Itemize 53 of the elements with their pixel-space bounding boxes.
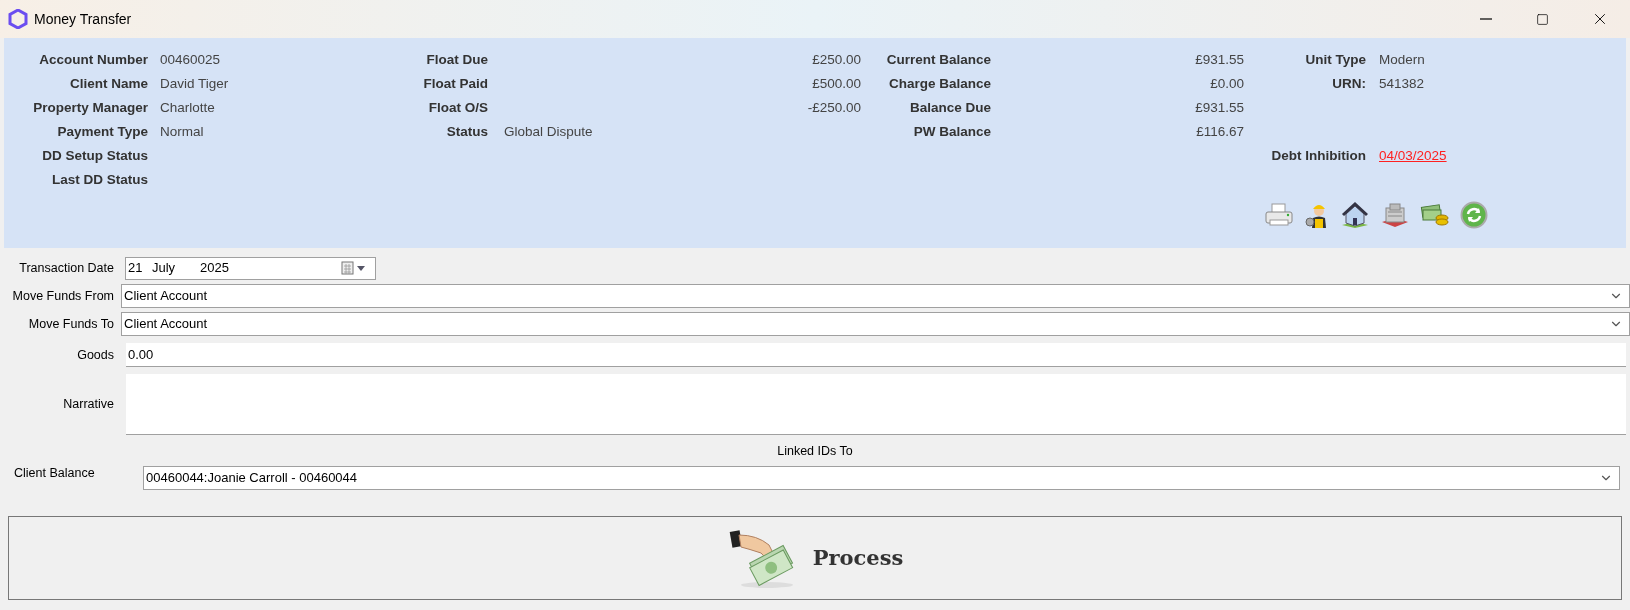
linked-ids-heading: Linked IDs To	[777, 443, 853, 460]
field-label: URN:	[1331, 75, 1366, 93]
field-label: Float Paid	[422, 75, 488, 93]
amount-value: £931.55	[1195, 99, 1244, 117]
printer-icon[interactable]	[1264, 202, 1294, 228]
minimize-icon	[1480, 18, 1492, 20]
field-label: Last DD Status	[50, 171, 148, 189]
move-funds-to-dropdown[interactable]: Client Account	[121, 312, 1630, 336]
move-funds-from-dropdown[interactable]: Client Account	[121, 284, 1630, 308]
field-label: Account Number	[38, 51, 148, 69]
field-label: Balance Due	[908, 99, 991, 117]
field-label: Float O/S	[427, 99, 488, 117]
field-label: Goods	[76, 346, 114, 364]
refresh-icon[interactable]	[1460, 201, 1488, 229]
field-value: 00460025	[160, 51, 221, 69]
client-balance-dropdown[interactable]: 00460044:Joanie Carroll - 00460044	[143, 465, 1620, 490]
field-label: DD Setup Status	[41, 147, 148, 165]
field-label: Transaction Date	[18, 259, 114, 277]
field-value: Charlotte	[160, 99, 215, 117]
field-value: David Tiger	[160, 75, 229, 93]
field-label: Charge Balance	[887, 75, 991, 93]
process-button[interactable]: Process	[8, 515, 1622, 600]
building-icon[interactable]	[1380, 202, 1410, 228]
field-value: Global Dispute	[504, 123, 593, 141]
field-label: Float Due	[425, 51, 488, 69]
field-label: Unit Type	[1304, 51, 1366, 69]
amount-value: £931.55	[1195, 51, 1244, 69]
field-value: 541382	[1379, 75, 1425, 93]
app-logo-icon	[8, 9, 28, 29]
field-label: Status	[445, 123, 488, 141]
goods-input-field[interactable]: 0.00	[126, 343, 1626, 367]
field-label: PW Balance	[912, 123, 991, 141]
window-title: Money Transfer	[34, 9, 132, 29]
money-coins-icon[interactable]	[1420, 202, 1450, 228]
house-icon[interactable]	[1340, 201, 1370, 229]
field-label: Move Funds To	[27, 315, 114, 333]
amount-value: £116.67	[1196, 123, 1244, 141]
field-label: Client Balance	[14, 464, 96, 482]
field-label: Payment Type	[56, 123, 148, 141]
maximize-icon	[1535, 12, 1549, 26]
field-value: Modern	[1379, 51, 1425, 69]
field-label: Current Balance	[885, 51, 991, 69]
field-label: Property Manager	[32, 99, 148, 117]
field-label: Move Funds From	[11, 287, 114, 305]
amount-value: £500.00	[812, 75, 861, 93]
amount-value: £0.00	[1210, 75, 1244, 93]
date-picker[interactable]: 21 July 2025	[125, 256, 376, 280]
amount-value: £250.00	[812, 51, 861, 69]
field-label: Client Name	[68, 75, 148, 93]
amount-value: -£250.00	[807, 99, 861, 117]
field-label: Narrative	[62, 396, 114, 414]
field-value: Normal	[160, 123, 204, 141]
field-label: Debt Inhibition	[1270, 147, 1366, 165]
